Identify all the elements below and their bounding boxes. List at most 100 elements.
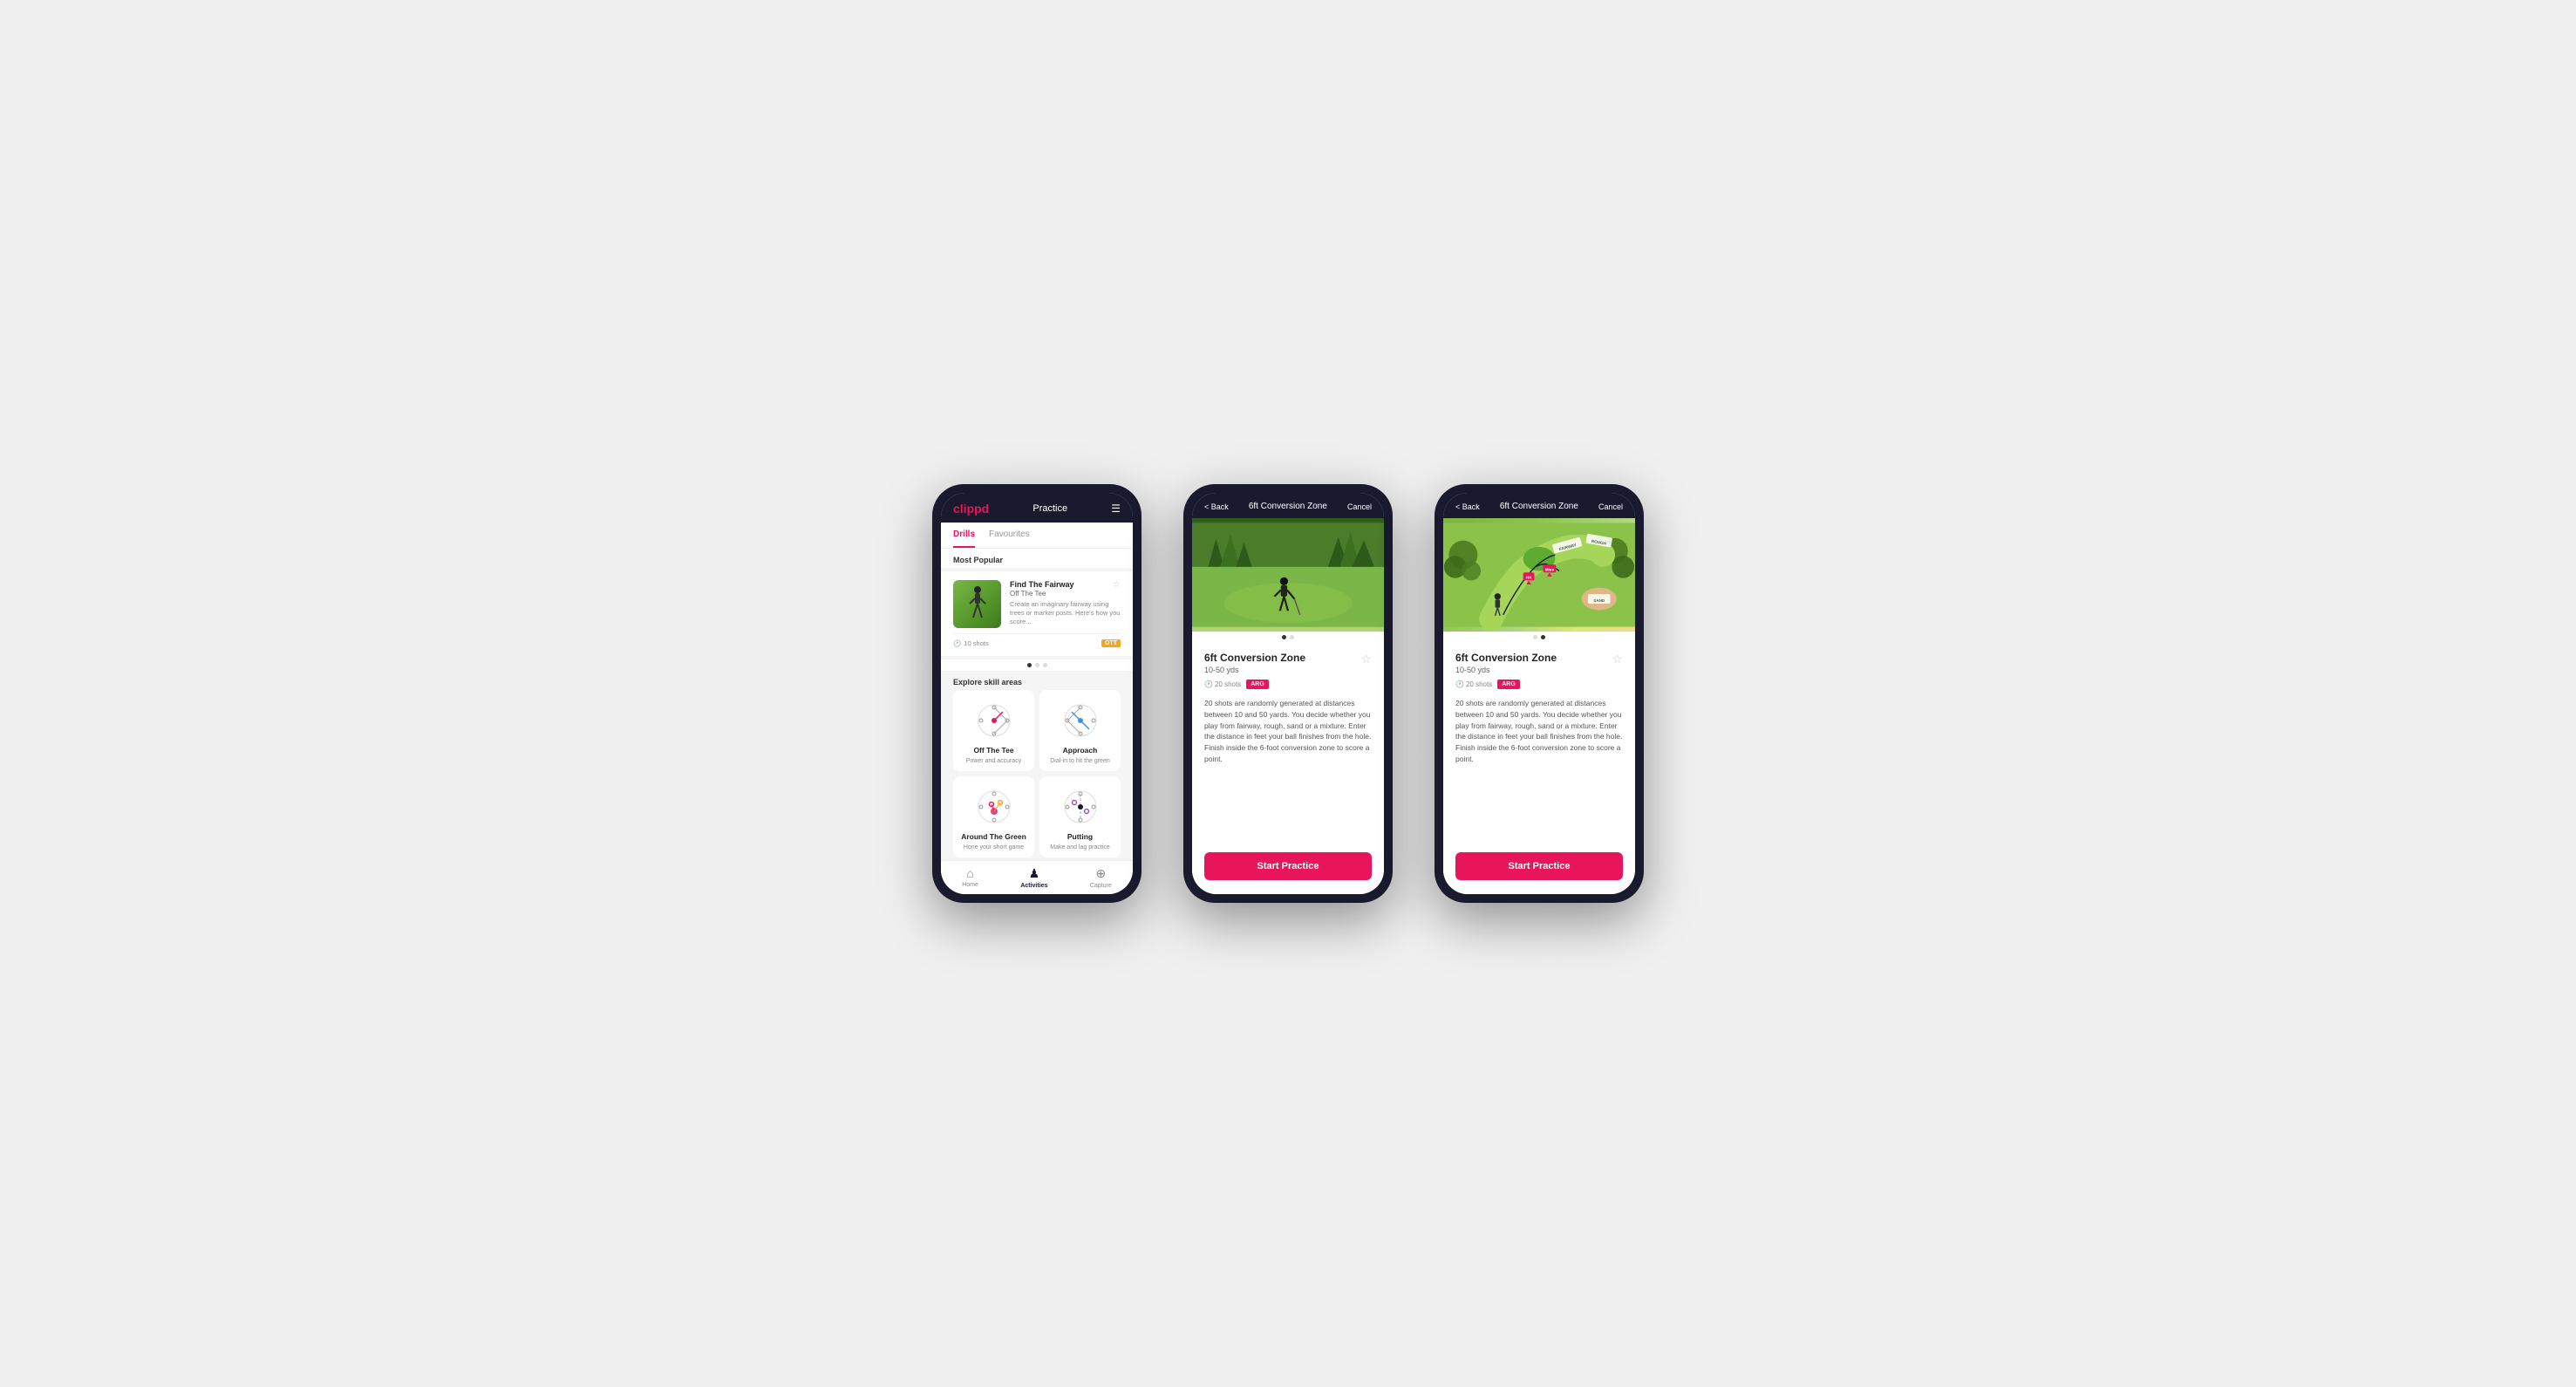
- clock-icon: 🕐: [953, 639, 961, 647]
- drill-info-header: 6ft Conversion Zone 10-50 yds ☆: [1204, 652, 1372, 674]
- shots-info-3: 🕐 20 shots: [1455, 680, 1492, 688]
- favourite-star[interactable]: ☆: [1113, 580, 1121, 590]
- phone1-header: clippd Practice ☰: [941, 493, 1133, 523]
- skill-card-putting[interactable]: Putting Make and lag practice: [1039, 776, 1121, 857]
- card-meta: 🕐 10 shots OTT: [953, 633, 1121, 647]
- shots-count: 🕐 10 shots: [953, 639, 989, 647]
- arg-badge: ARG: [1246, 680, 1269, 689]
- home-icon: ⌂: [966, 866, 973, 880]
- skill-card-ott[interactable]: Off The Tee Power and accuracy: [953, 690, 1034, 771]
- phone-1: clippd Practice ☰ Drills Favourites Most…: [932, 484, 1141, 903]
- approach-name: Approach: [1063, 746, 1098, 755]
- golf-photo-thumb: [953, 580, 1001, 628]
- drill-range-3: 10-50 yds: [1455, 666, 1557, 674]
- svg-text:SAND: SAND: [1593, 598, 1605, 603]
- svg-text:Hit: Hit: [1526, 576, 1532, 580]
- dot-2: [1290, 635, 1294, 639]
- ott-badge: OTT: [1101, 639, 1121, 647]
- phone-2-screen: < Back 6ft Conversion Zone Cancel: [1192, 493, 1384, 894]
- putting-icon: [1059, 785, 1102, 829]
- drill-info-header-3: 6ft Conversion Zone 10-50 yds ☆: [1455, 652, 1623, 674]
- dot-3-1: [1533, 635, 1537, 639]
- skill-grid: Off The Tee Power and accuracy: [941, 690, 1133, 860]
- atg-name: Around The Green: [961, 832, 1026, 841]
- svg-text:Miss: Miss: [1545, 567, 1555, 571]
- drill-meta-3: 🕐 20 shots ARG: [1455, 680, 1623, 689]
- favourite-star-detail[interactable]: ☆: [1360, 652, 1372, 666]
- drill-description-3: 20 shots are randomly generated at dista…: [1455, 698, 1623, 765]
- activities-icon: ♟: [1029, 866, 1040, 881]
- phone-1-screen: clippd Practice ☰ Drills Favourites Most…: [941, 493, 1133, 894]
- scene-svg: [1192, 518, 1384, 632]
- drill-meta: 🕐 20 shots ARG: [1204, 680, 1372, 689]
- phone-3: < Back 6ft Conversion Zone Cancel: [1435, 484, 1644, 903]
- favourite-star-detail-3[interactable]: ☆: [1612, 652, 1623, 666]
- shots-info: 🕐 20 shots: [1204, 680, 1241, 688]
- ott-icon: [972, 699, 1016, 742]
- putting-name: Putting: [1067, 832, 1093, 841]
- dot-1: [1027, 663, 1032, 667]
- ott-name: Off The Tee: [973, 746, 1013, 755]
- card-title: Find The Fairway: [1010, 580, 1074, 589]
- phone-3-screen: < Back 6ft Conversion Zone Cancel: [1443, 493, 1635, 894]
- drill-map: Miss Hit FAIRWAY: [1443, 518, 1635, 632]
- drill-name-3: 6ft Conversion Zone: [1455, 652, 1557, 664]
- tabs-bar: Drills Favourites: [941, 523, 1133, 549]
- card-inner: Find The Fairway Off The Tee ☆ Create an…: [953, 580, 1121, 628]
- approach-desc: Dial-in to hit the green: [1050, 758, 1109, 764]
- atg-desc: Hone your short game: [964, 844, 1024, 851]
- cancel-button[interactable]: Cancel: [1347, 502, 1372, 511]
- phones-container: clippd Practice ☰ Drills Favourites Most…: [932, 484, 1644, 903]
- back-button[interactable]: < Back: [1204, 502, 1229, 511]
- back-button-3[interactable]: < Back: [1455, 502, 1480, 511]
- start-practice-button[interactable]: Start Practice: [1204, 852, 1372, 880]
- drill-title-group-3: 6ft Conversion Zone 10-50 yds: [1455, 652, 1557, 674]
- image-dots-3: [1443, 632, 1635, 643]
- bottom-nav: ⌂ Home ♟ Activities ⊕ Capture: [941, 860, 1133, 894]
- nav-capture[interactable]: ⊕ Capture: [1090, 866, 1112, 889]
- image-dots: [1192, 632, 1384, 643]
- clock-icon-3: 🕐: [1455, 680, 1464, 688]
- card-description: Create an imaginary fairway using trees …: [1010, 600, 1121, 625]
- golf-photo-bg: [1192, 518, 1384, 632]
- explore-label: Explore skill areas: [941, 671, 1133, 690]
- tab-drills[interactable]: Drills: [953, 523, 975, 548]
- capture-icon: ⊕: [1095, 866, 1106, 881]
- home-label: Home: [962, 882, 978, 888]
- dot-3: [1043, 663, 1047, 667]
- card-subtitle: Off The Tee: [1010, 590, 1074, 598]
- menu-icon[interactable]: ☰: [1111, 502, 1121, 515]
- dot-1: [1282, 635, 1286, 639]
- skill-card-atg[interactable]: Around The Green Hone your short game: [953, 776, 1034, 857]
- featured-drill-card[interactable]: Find The Fairway Off The Tee ☆ Create an…: [941, 571, 1133, 656]
- drill-photo: [1192, 518, 1384, 632]
- arg-badge-3: ARG: [1497, 680, 1520, 689]
- drill-thumbnail: [953, 580, 1001, 628]
- putting-desc: Make and lag practice: [1050, 844, 1109, 851]
- drill-description: 20 shots are randomly generated at dista…: [1204, 698, 1372, 765]
- nav-activities[interactable]: ♟ Activities: [1020, 866, 1047, 889]
- skill-card-approach[interactable]: Approach Dial-in to hit the green: [1039, 690, 1121, 771]
- most-popular-label: Most Popular: [941, 549, 1133, 568]
- cancel-button-3[interactable]: Cancel: [1598, 502, 1623, 511]
- drill-range: 10-50 yds: [1204, 666, 1305, 674]
- phone3-header: < Back 6ft Conversion Zone Cancel: [1443, 493, 1635, 518]
- drill-title-header-3: 6ft Conversion Zone: [1500, 502, 1578, 511]
- phone1-content: Most Popular: [941, 549, 1133, 860]
- capture-label: Capture: [1090, 883, 1112, 889]
- carousel-dots: [941, 659, 1133, 671]
- nav-title: Practice: [1032, 503, 1067, 514]
- activities-label: Activities: [1020, 883, 1047, 889]
- golfer-icon: [964, 584, 991, 624]
- ott-desc: Power and accuracy: [966, 758, 1021, 764]
- drill-name: 6ft Conversion Zone: [1204, 652, 1305, 664]
- dot-3-2: [1541, 635, 1545, 639]
- start-practice-button-3[interactable]: Start Practice: [1455, 852, 1623, 880]
- phone-2: < Back 6ft Conversion Zone Cancel: [1183, 484, 1393, 903]
- drill-title-group: 6ft Conversion Zone 10-50 yds: [1204, 652, 1305, 674]
- nav-home[interactable]: ⌂ Home: [962, 866, 978, 889]
- app-logo: clippd: [953, 502, 989, 516]
- clock-icon-2: 🕐: [1204, 680, 1213, 688]
- drill-title-header: 6ft Conversion Zone: [1249, 502, 1327, 511]
- tab-favourites[interactable]: Favourites: [989, 523, 1030, 548]
